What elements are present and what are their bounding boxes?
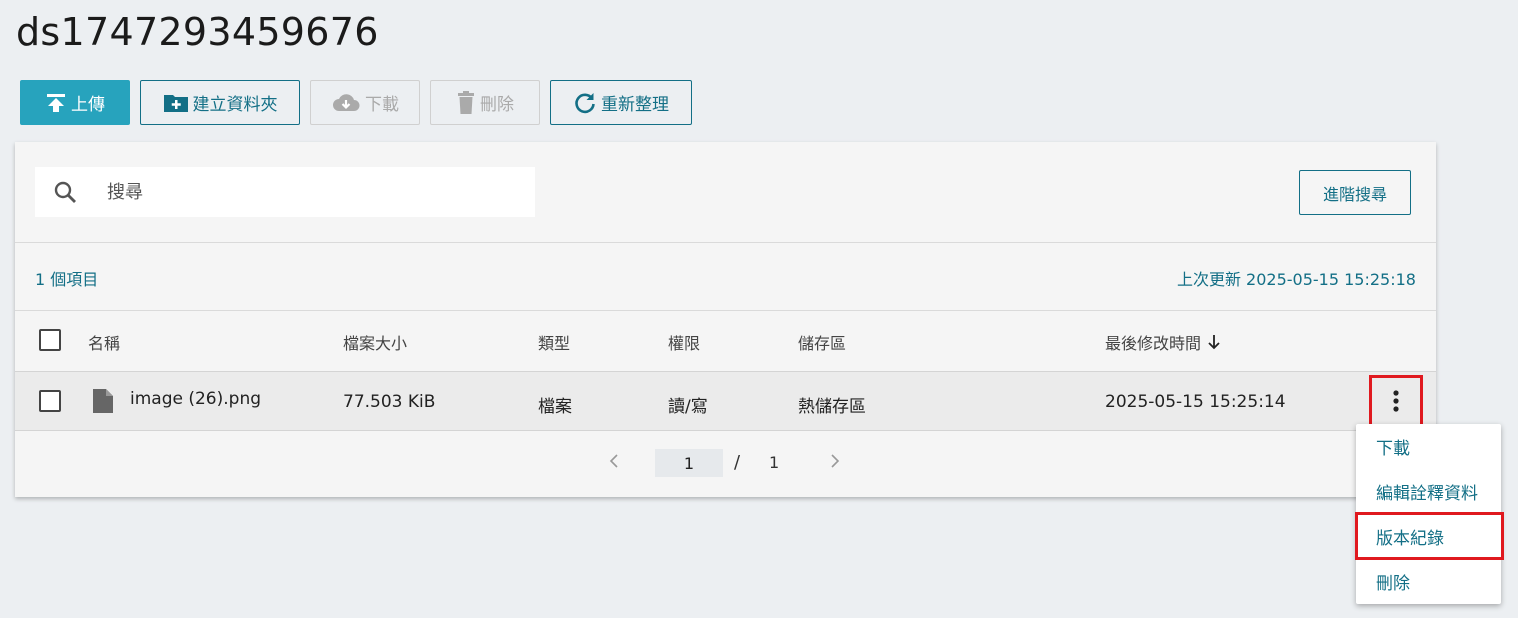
file-icon bbox=[92, 388, 114, 418]
new-folder-button[interactable]: 建立資料夾 bbox=[140, 80, 300, 125]
download-button[interactable]: 下載 bbox=[310, 80, 420, 125]
table-row[interactable]: image (26).png 77.503 KiB 檔案 讀/寫 熱儲存區 20… bbox=[15, 371, 1436, 431]
select-all-checkbox[interactable] bbox=[39, 329, 61, 351]
header-type[interactable]: 類型 bbox=[538, 330, 570, 354]
menu-item-download[interactable]: 下載 bbox=[1356, 424, 1501, 468]
download-label: 下載 bbox=[365, 95, 399, 114]
search-box bbox=[35, 167, 535, 217]
pagination: 1 / 1 bbox=[15, 449, 1436, 477]
upload-label: 上傳 bbox=[71, 95, 105, 114]
file-permission: 讀/寫 bbox=[668, 397, 708, 417]
last-update: 上次更新 2025-05-15 15:25:18 bbox=[1176, 270, 1416, 289]
menu-item-delete[interactable]: 刪除 bbox=[1356, 559, 1501, 603]
item-count: 1 個項目 bbox=[35, 270, 99, 289]
upload-button[interactable]: 上傳 bbox=[20, 80, 130, 125]
divider bbox=[15, 310, 1436, 311]
header-permission[interactable]: 權限 bbox=[668, 330, 700, 354]
cloud-download-icon bbox=[333, 93, 360, 111]
search-icon bbox=[53, 180, 79, 210]
more-vertical-icon bbox=[1393, 390, 1399, 412]
trash-icon bbox=[458, 90, 474, 114]
page-total: 1 bbox=[769, 453, 780, 472]
folder-plus-icon bbox=[163, 94, 188, 112]
new-folder-label: 建立資料夾 bbox=[192, 95, 278, 114]
refresh-label: 重新整理 bbox=[601, 95, 669, 114]
row-checkbox[interactable] bbox=[39, 390, 61, 412]
file-storage: 熱儲存區 bbox=[798, 397, 866, 417]
page-title: ds1747293459676 bbox=[16, 10, 379, 54]
upload-icon bbox=[47, 93, 65, 112]
header-storage[interactable]: 儲存區 bbox=[798, 330, 846, 354]
file-modified: 2025-05-15 15:25:14 bbox=[1105, 392, 1286, 412]
chevron-right-icon[interactable] bbox=[830, 453, 840, 474]
menu-item-edit-metadata[interactable]: 編輯詮釋資料 bbox=[1356, 469, 1501, 513]
header-size[interactable]: 檔案大小 bbox=[343, 330, 407, 354]
row-context-menu: 下載 編輯詮釋資料 版本紀錄 刪除 bbox=[1355, 424, 1504, 604]
header-name[interactable]: 名稱 bbox=[88, 330, 120, 354]
header-modified[interactable]: 最後修改時間 bbox=[1105, 330, 1221, 354]
file-size: 77.503 KiB bbox=[343, 392, 436, 412]
file-browser-panel: 進階搜尋 1 個項目 上次更新 2025-05-15 15:25:18 名稱 檔… bbox=[15, 142, 1436, 497]
row-actions-button[interactable] bbox=[1369, 375, 1423, 427]
header-modified-label: 最後修改時間 bbox=[1105, 334, 1202, 353]
file-type: 檔案 bbox=[538, 397, 572, 417]
menu-item-version-history[interactable]: 版本紀錄 bbox=[1355, 512, 1504, 560]
refresh-icon bbox=[575, 92, 595, 113]
refresh-button[interactable]: 重新整理 bbox=[550, 80, 692, 125]
chevron-left-icon[interactable] bbox=[609, 453, 619, 474]
delete-label: 刪除 bbox=[480, 95, 514, 114]
page-separator: / bbox=[734, 452, 741, 473]
advanced-search-button[interactable]: 進階搜尋 bbox=[1299, 170, 1411, 215]
divider bbox=[15, 242, 1436, 243]
arrow-down-icon bbox=[1208, 335, 1220, 350]
delete-button[interactable]: 刪除 bbox=[430, 80, 540, 125]
file-name[interactable]: image (26).png bbox=[130, 389, 261, 409]
search-input[interactable] bbox=[107, 167, 517, 217]
page-input[interactable]: 1 bbox=[655, 449, 723, 477]
